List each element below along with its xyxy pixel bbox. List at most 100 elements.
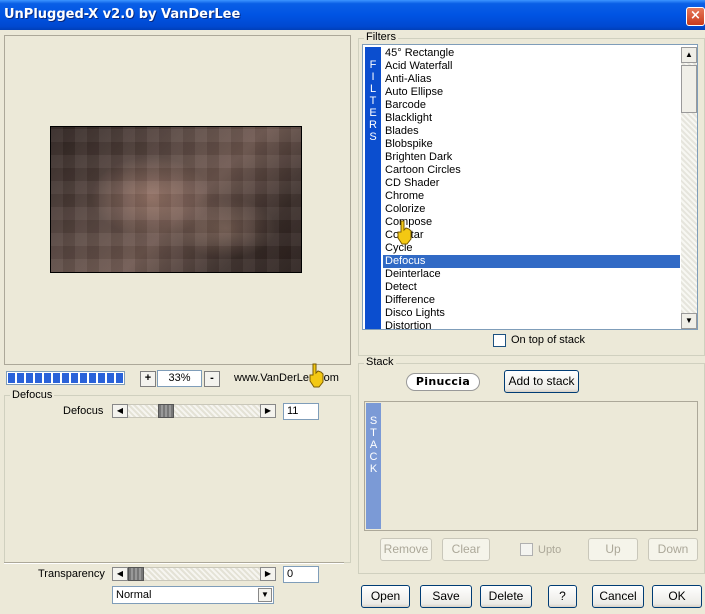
progress-block bbox=[116, 373, 123, 383]
defocus-slider-thumb[interactable] bbox=[158, 404, 175, 418]
strip-letter: S bbox=[369, 415, 378, 427]
strip-letter: E bbox=[369, 107, 377, 119]
hand-cursor-icon bbox=[397, 220, 412, 245]
filter-item[interactable]: Cycle bbox=[383, 242, 680, 255]
filter-item[interactable]: Colorize bbox=[383, 203, 680, 216]
progress-block bbox=[107, 373, 114, 383]
transparency-decrease-button[interactable]: ◀ bbox=[112, 567, 128, 581]
filter-item[interactable]: Blades bbox=[383, 125, 680, 138]
title-bar[interactable]: UnPlugged-X v2.0 by VanDerLee × bbox=[0, 0, 705, 30]
filter-item[interactable]: Acid Waterfall bbox=[383, 60, 680, 73]
strip-letter: A bbox=[369, 439, 378, 451]
transparency-value-field[interactable]: 0 bbox=[283, 566, 319, 583]
stack-strip: STACK bbox=[366, 403, 381, 529]
delete-button[interactable]: Delete bbox=[480, 585, 532, 608]
strip-letter: K bbox=[369, 463, 378, 475]
filter-item[interactable]: Chrome bbox=[383, 190, 680, 203]
transparency-slider-track[interactable] bbox=[128, 567, 260, 581]
progress-block bbox=[80, 373, 87, 383]
down-button[interactable]: Down bbox=[648, 538, 698, 561]
filter-item[interactable]: CD Shader bbox=[383, 177, 680, 190]
stack-listbox[interactable] bbox=[364, 401, 698, 531]
progress-block bbox=[8, 373, 15, 383]
on-top-checkbox[interactable] bbox=[493, 334, 506, 347]
filter-item[interactable]: Defocus bbox=[383, 255, 680, 268]
filter-item[interactable]: Distortion bbox=[383, 320, 680, 329]
strip-letter: C bbox=[369, 451, 378, 463]
filter-item[interactable]: Cartoon Circles bbox=[383, 164, 680, 177]
zoom-value: 33% bbox=[157, 370, 202, 387]
progress-block bbox=[71, 373, 78, 383]
on-top-label: On top of stack bbox=[511, 334, 585, 346]
transparency-slider-thumb[interactable] bbox=[128, 567, 144, 581]
filter-list[interactable]: 45° Rectangle Acid Waterfall Anti-Alias Aut… bbox=[383, 47, 680, 329]
ok-button[interactable]: OK bbox=[652, 585, 702, 608]
stack-group-label: Stack bbox=[364, 356, 396, 368]
strip-letter: T bbox=[370, 427, 377, 439]
defocus-slider-label: Defocus bbox=[63, 405, 104, 417]
hand-cursor-icon bbox=[309, 363, 324, 388]
filters-group-label: Filters bbox=[364, 31, 398, 43]
filters-strip: FILTERS bbox=[365, 47, 381, 329]
defocus-group bbox=[4, 395, 351, 563]
progress-block bbox=[26, 373, 33, 383]
filter-item[interactable]: Compose bbox=[383, 216, 680, 229]
remove-button[interactable]: Remove bbox=[380, 538, 432, 561]
progress-block bbox=[62, 373, 69, 383]
filter-item[interactable]: Deinterlace bbox=[383, 268, 680, 281]
progress-block bbox=[98, 373, 105, 383]
help-button[interactable]: ? bbox=[548, 585, 577, 608]
defocus-decrease-button[interactable]: ◀ bbox=[112, 404, 128, 418]
strip-letter: I bbox=[371, 71, 375, 83]
filter-item[interactable]: Blobspike bbox=[383, 138, 680, 151]
filter-item[interactable]: Detect bbox=[383, 281, 680, 294]
filter-item[interactable]: Brighten Dark bbox=[383, 151, 680, 164]
close-icon[interactable]: × bbox=[686, 7, 705, 26]
strip-letter: L bbox=[369, 83, 377, 95]
progress-block bbox=[53, 373, 60, 383]
filter-item[interactable]: Difference bbox=[383, 294, 680, 307]
filter-scrollbar[interactable]: ▲ ▼ bbox=[681, 47, 697, 329]
blend-mode-value: Normal bbox=[116, 589, 152, 601]
blend-mode-select[interactable]: Normal ▼ bbox=[112, 586, 274, 604]
strip-letter: R bbox=[369, 119, 377, 131]
scrollbar-thumb[interactable] bbox=[681, 65, 697, 113]
filter-item[interactable]: Constar bbox=[383, 229, 680, 242]
scroll-up-icon[interactable]: ▲ bbox=[681, 47, 697, 63]
filter-item[interactable]: Auto Ellipse bbox=[383, 86, 680, 99]
progress-block bbox=[44, 373, 51, 383]
filter-item[interactable]: 45° Rectangle bbox=[383, 47, 680, 60]
preview-image[interactable] bbox=[50, 126, 302, 273]
up-button[interactable]: Up bbox=[588, 538, 638, 561]
transparency-label: Transparency bbox=[38, 568, 105, 580]
progress-block bbox=[17, 373, 24, 383]
transparency-increase-button[interactable]: ▶ bbox=[260, 567, 276, 581]
defocus-slider-track[interactable] bbox=[128, 404, 260, 418]
divider-highlight bbox=[4, 563, 344, 564]
progress-block bbox=[35, 373, 42, 383]
progress-bar bbox=[6, 371, 125, 385]
window-title: UnPlugged-X v2.0 by VanDerLee bbox=[4, 7, 241, 22]
progress-block bbox=[89, 373, 96, 383]
strip-letter: S bbox=[369, 131, 377, 143]
cancel-button[interactable]: Cancel bbox=[592, 585, 644, 608]
clear-button[interactable]: Clear bbox=[442, 538, 490, 561]
filter-item[interactable]: Disco Lights bbox=[383, 307, 680, 320]
defocus-group-label: Defocus bbox=[10, 389, 55, 401]
filter-item[interactable]: Anti-Alias bbox=[383, 73, 680, 86]
add-to-stack-button[interactable]: Add to stack bbox=[504, 370, 579, 393]
defocus-value-field[interactable]: 11 bbox=[283, 403, 319, 420]
defocus-increase-button[interactable]: ▶ bbox=[260, 404, 276, 418]
scroll-down-icon[interactable]: ▼ bbox=[681, 313, 697, 329]
filter-item[interactable]: Blacklight bbox=[383, 112, 680, 125]
upto-checkbox[interactable] bbox=[520, 543, 533, 556]
chevron-down-icon[interactable]: ▼ bbox=[258, 588, 272, 602]
filter-item[interactable]: Barcode bbox=[383, 99, 680, 112]
zoom-out-button[interactable]: - bbox=[204, 371, 220, 387]
open-button[interactable]: Open bbox=[361, 585, 410, 608]
upto-label: Upto bbox=[538, 544, 562, 556]
save-button[interactable]: Save bbox=[420, 585, 472, 608]
logo-badge: Pinuccia bbox=[406, 373, 480, 391]
strip-letter: T bbox=[369, 95, 377, 107]
zoom-in-button[interactable]: + bbox=[140, 371, 156, 387]
